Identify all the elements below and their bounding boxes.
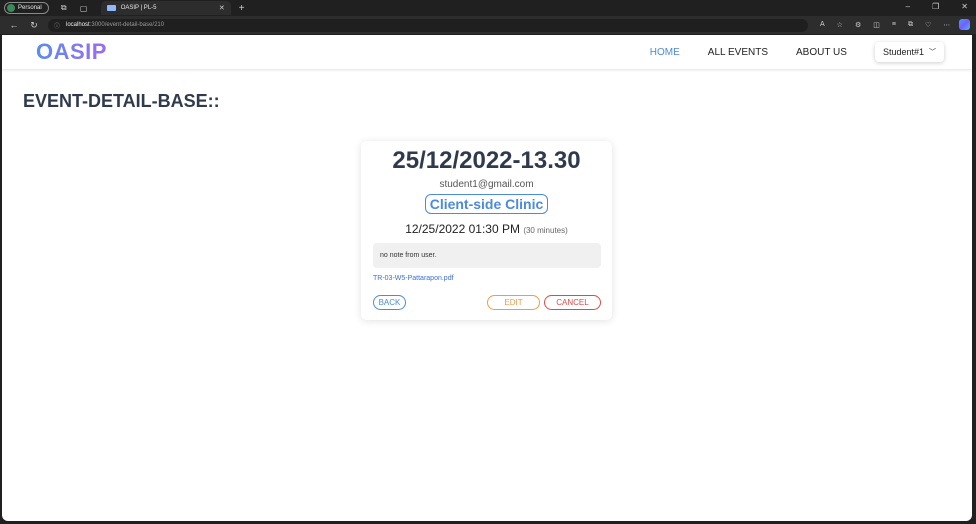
profile-label: Personal bbox=[18, 5, 42, 11]
event-category-badge: Client-side Clinic bbox=[424, 194, 549, 214]
url-input[interactable]: ⓘ localhost:3000/event-detail-base/210 bbox=[48, 18, 808, 32]
nav-menu: HOME ALL EVENTS ABOUT US Student#1 ﹀ bbox=[650, 35, 944, 69]
chevron-down-icon: ﹀ bbox=[929, 49, 936, 56]
tab-actions-icon[interactable]: ▢ bbox=[79, 4, 89, 13]
collections-icon[interactable]: ⧉ bbox=[908, 21, 913, 29]
restore-icon[interactable]: ❐ bbox=[932, 2, 939, 11]
web-page: OASIP HOME ALL EVENTS ABOUT US Student#1… bbox=[2, 35, 972, 521]
copilot-icon[interactable] bbox=[959, 19, 970, 30]
browser-essentials-icon[interactable]: ♡ bbox=[925, 21, 931, 29]
more-options-icon[interactable]: ⋯ bbox=[943, 21, 950, 29]
event-category-wrap: Client-side Clinic bbox=[361, 194, 612, 214]
extensions-icon[interactable]: ⚙ bbox=[855, 21, 861, 29]
tab-favicon-icon bbox=[106, 5, 116, 11]
page-title: EVENT-DETAIL-BASE:: bbox=[23, 91, 220, 111]
favorites-list-icon[interactable]: ≡ bbox=[892, 21, 896, 29]
back-button[interactable]: BACK bbox=[373, 295, 406, 310]
event-note: no note from user. bbox=[373, 243, 601, 268]
nav-home-link[interactable]: HOME bbox=[650, 47, 680, 58]
favorite-star-icon[interactable]: ☆ bbox=[837, 21, 843, 29]
site-navbar: OASIP HOME ALL EVENTS ABOUT US Student#1… bbox=[2, 35, 972, 69]
browser-toolbar: A ☆ ⚙ ◫ ≡ ⧉ ♡ ⋯ bbox=[820, 21, 950, 29]
url-path: :3000/event-detail-base/210 bbox=[89, 22, 165, 28]
site-info-icon[interactable]: ⓘ bbox=[54, 21, 60, 30]
site-logo[interactable]: OASIP bbox=[36, 39, 107, 65]
browser-tab-bar: Personal ⧉ ▢ OASIP | PL-5 ✕ + – ❐ ✕ bbox=[0, 0, 976, 16]
user-name: Student#1 bbox=[882, 47, 924, 57]
back-arrow-icon[interactable]: ← bbox=[8, 20, 20, 30]
window-controls: – ❐ ✕ bbox=[906, 2, 968, 11]
close-window-icon[interactable]: ✕ bbox=[961, 2, 968, 11]
event-file-link[interactable]: TR-03-W5-Pattarapon.pdf bbox=[373, 275, 454, 282]
split-screen-icon[interactable]: ◫ bbox=[873, 21, 880, 29]
refresh-icon[interactable]: ↻ bbox=[28, 20, 40, 31]
event-duration: (30 minutes) bbox=[523, 226, 568, 235]
nav-about-us-link[interactable]: ABOUT US bbox=[796, 47, 847, 58]
url-host: localhost bbox=[66, 22, 90, 28]
browser-address-bar: ← ↻ ⓘ localhost:3000/event-detail-base/2… bbox=[0, 16, 976, 34]
event-email: student1@gmail.com bbox=[439, 179, 534, 190]
workspaces-icon[interactable]: ⧉ bbox=[59, 3, 69, 13]
browser-tab[interactable]: OASIP | PL-5 ✕ bbox=[100, 1, 231, 15]
event-detail-card: 25/12/2022-13.30 student1@gmail.com Clie… bbox=[361, 141, 612, 320]
minimize-icon[interactable]: – bbox=[906, 2, 910, 11]
new-tab-icon[interactable]: + bbox=[239, 3, 245, 14]
user-dropdown-button[interactable]: Student#1 ﹀ bbox=[874, 42, 944, 62]
tab-title: OASIP | PL-5 bbox=[120, 5, 157, 11]
event-datetime: 12/25/2022 01:30 PM (30 minutes) bbox=[361, 222, 612, 236]
event-datetime-value: 12/25/2022 01:30 PM bbox=[405, 222, 520, 236]
read-aloud-icon[interactable]: A bbox=[820, 21, 825, 29]
tab-close-icon[interactable]: ✕ bbox=[219, 4, 225, 12]
profile-button[interactable]: Personal bbox=[4, 2, 49, 14]
cancel-button[interactable]: CANCEL bbox=[544, 295, 601, 310]
nav-all-events-link[interactable]: ALL EVENTS bbox=[708, 47, 768, 58]
event-date-title: 25/12/2022-13.30 bbox=[392, 147, 581, 174]
profile-avatar bbox=[7, 4, 15, 12]
edit-button[interactable]: EDIT bbox=[487, 295, 540, 310]
